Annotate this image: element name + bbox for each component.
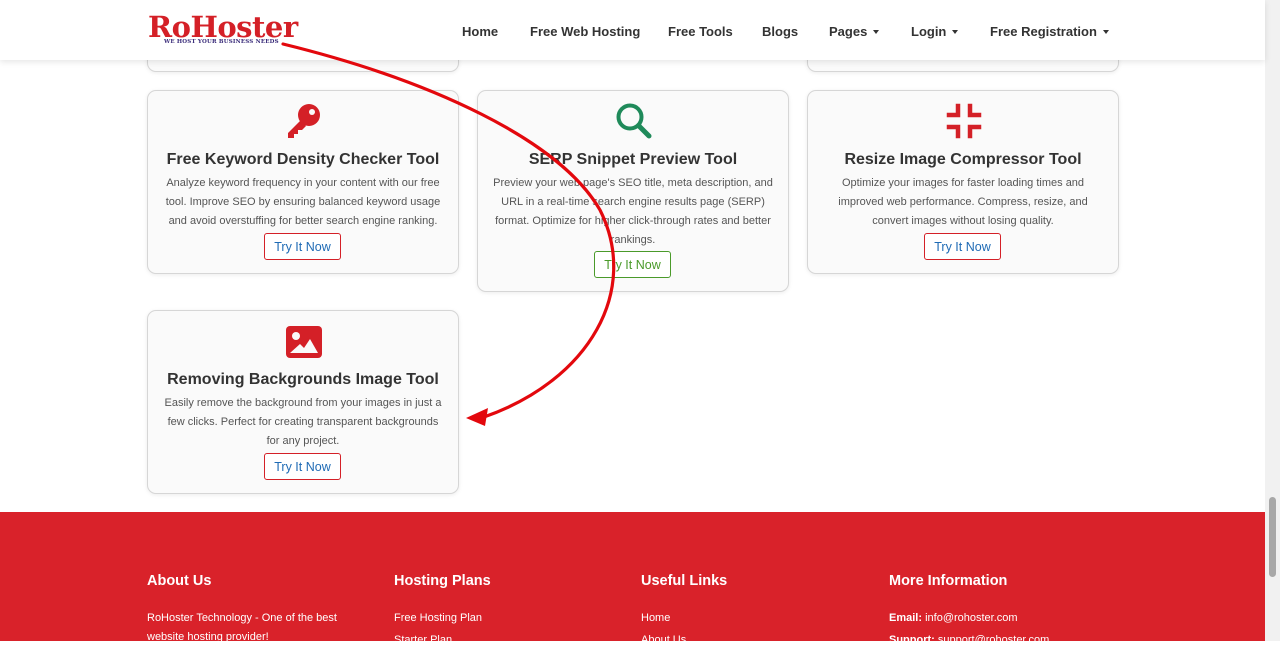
nav-free-tools[interactable]: Free Tools: [668, 24, 733, 39]
footer-link-free-hosting-plan[interactable]: Free Hosting Plan: [394, 609, 482, 627]
card-title: Free Keyword Density Checker Tool: [166, 151, 440, 168]
site-footer: About Us RoHoster Technology - One of th…: [0, 512, 1265, 646]
chevron-down-icon: [1102, 30, 1109, 34]
footer-hosting-heading: Hosting Plans: [394, 573, 491, 589]
footer-useful-heading: Useful Links: [641, 573, 728, 589]
compress-icon: [946, 103, 982, 139]
tool-card-keyword-density: Free Keyword Density Checker Tool Analyz…: [147, 90, 459, 274]
footer-about-text: RoHoster Technology - One of the best: [147, 612, 337, 624]
nav-free-registration-dropdown[interactable]: Free Registration: [990, 24, 1109, 39]
footer-link-about-us[interactable]: About Us: [641, 631, 686, 649]
try-it-now-button[interactable]: Try It Now: [264, 453, 341, 480]
footer-email-label: Email:: [889, 612, 923, 624]
tool-card-image-compressor: Resize Image Compressor Tool Optimize yo…: [807, 90, 1119, 274]
brand-tagline: WE HOST YOUR BUSINESS NEEDS: [164, 39, 279, 45]
card-title: Resize Image Compressor Tool: [844, 151, 1082, 168]
scrollbar-thumb[interactable]: [1269, 497, 1276, 577]
nav-home[interactable]: Home: [462, 24, 498, 39]
tool-card-remove-background: Removing Backgrounds Image Tool Easily r…: [147, 310, 459, 494]
footer-email-link[interactable]: info@rohoster.com: [925, 612, 1018, 624]
card-title: SERP Snippet Preview Tool: [528, 151, 738, 168]
footer-about-heading: About Us: [147, 573, 212, 589]
card-description: Easily remove the background from your i…: [164, 397, 442, 447]
footer-support: Support: support@rohoster.com: [889, 631, 1049, 649]
try-it-now-button[interactable]: Try It Now: [594, 251, 671, 278]
try-it-now-button[interactable]: Try It Now: [924, 233, 1001, 260]
key-icon: [288, 104, 320, 138]
nav-login-dropdown[interactable]: Login: [911, 24, 959, 39]
page-scrollbar[interactable]: [1265, 0, 1280, 641]
card-description: Analyze keyword frequency in your conten…: [165, 177, 441, 227]
brand-logo[interactable]: RoHoster WE HOST YOUR BUSINESS NEEDS: [148, 10, 298, 48]
footer-support-link[interactable]: support@rohoster.com: [938, 634, 1049, 646]
card-description: Optimize your images for faster loading …: [838, 177, 1088, 227]
chevron-down-icon: [952, 30, 959, 34]
tool-card-serp-snippet: SERP Snippet Preview Tool Preview your w…: [477, 90, 789, 292]
top-navbar: RoHoster WE HOST YOUR BUSINESS NEEDS Hom…: [0, 0, 1265, 60]
chevron-down-icon: [873, 30, 880, 34]
image-icon: [286, 326, 322, 358]
footer-link-starter-plan[interactable]: Starter Plan: [394, 631, 452, 649]
footer-email: Email: info@rohoster.com: [889, 609, 1018, 627]
footer-link-home[interactable]: Home: [641, 609, 670, 627]
footer-about-text: website hosting provider!: [147, 631, 269, 643]
nav-pages-dropdown[interactable]: Pages: [829, 24, 880, 39]
card-description: Preview your web page's SEO title, meta …: [493, 177, 773, 246]
nav-blogs[interactable]: Blogs: [762, 24, 798, 39]
try-it-now-button[interactable]: Try It Now: [264, 233, 341, 260]
search-icon: [616, 103, 652, 139]
footer-support-label: Support:: [889, 634, 935, 646]
footer-more-heading: More Information: [889, 573, 1008, 589]
card-title: Removing Backgrounds Image Tool: [167, 371, 439, 388]
nav-free-web-hosting[interactable]: Free Web Hosting: [530, 24, 640, 39]
